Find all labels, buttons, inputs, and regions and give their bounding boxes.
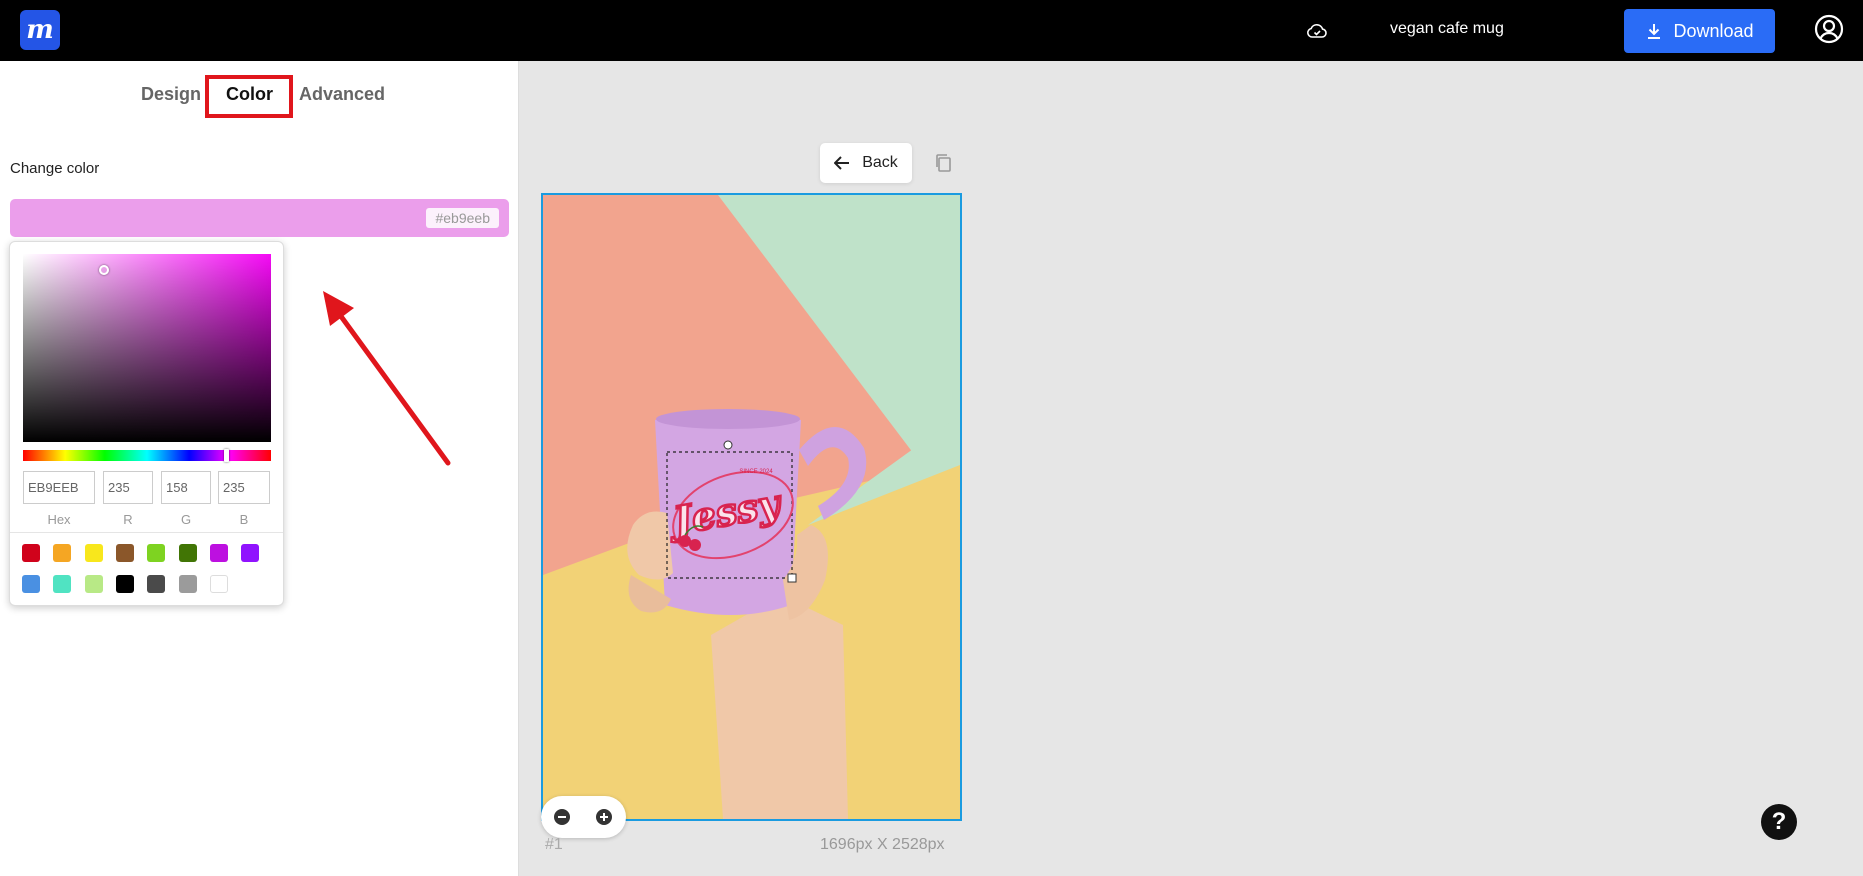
color-swatch[interactable] [178,575,197,593]
hex-input[interactable] [23,471,95,504]
color-swatch[interactable] [53,544,72,562]
color-swatch[interactable] [178,544,197,562]
copy-icon[interactable] [934,153,952,173]
color-swatch[interactable] [147,544,166,562]
tab-advanced[interactable]: Advanced [299,84,385,105]
color-swatch[interactable] [115,575,134,593]
zoom-control [541,796,626,838]
saturation-area[interactable] [23,254,271,442]
back-button[interactable]: Back [820,143,912,183]
zoom-in-icon[interactable] [594,807,614,827]
g-input[interactable] [161,471,211,504]
saturation-handle[interactable] [99,265,109,275]
b-input[interactable] [218,471,270,504]
color-swatch[interactable] [209,575,228,593]
download-button[interactable]: Download [1624,9,1775,53]
design-canvas[interactable]: Jessy SINCE 2024 [541,193,962,821]
app-logo[interactable]: m [20,10,60,50]
picker-divider [10,532,283,533]
color-swatch[interactable] [84,544,103,562]
help-button[interactable]: ? [1761,804,1797,840]
arrow-left-icon [834,156,850,170]
r-label: R [123,512,133,527]
color-swatch[interactable] [115,544,134,562]
color-selector-bar[interactable]: #eb9eeb [10,199,509,237]
left-panel: Design Color Advanced Change color #eb9e… [0,61,519,876]
canvas-dimensions: 1696px X 2528px [820,836,945,853]
b-label: B [239,512,249,527]
current-hex-value: #eb9eeb [426,208,499,228]
document-title[interactable]: vegan cafe mug [1390,20,1504,38]
zoom-out-icon[interactable] [552,807,572,827]
back-label: Back [862,154,898,171]
color-swatch[interactable] [22,544,40,562]
color-swatch[interactable] [84,575,103,593]
cloud-save-icon[interactable] [1305,19,1329,43]
color-swatch[interactable] [147,575,166,593]
mug-mockup-image: Jessy SINCE 2024 [543,195,960,819]
tab-design[interactable]: Design [141,84,201,105]
color-picker-popover: Hex R G B [9,241,284,606]
change-color-heading: Change color [10,160,100,177]
download-label: Download [1673,20,1754,41]
color-swatch[interactable] [241,544,260,562]
color-swatch[interactable] [22,575,40,593]
tab-bar: Design Color Advanced [0,61,519,121]
account-icon[interactable] [1813,13,1845,45]
annotation-arrow-icon [323,291,451,466]
hue-slider[interactable] [23,449,271,462]
color-swatch[interactable] [53,575,72,593]
g-label: G [180,512,192,527]
top-bar: m vegan cafe mug Download [0,0,1863,61]
hue-handle[interactable] [224,449,229,462]
page-number: #1 [545,836,563,853]
tab-highlight-box [205,75,293,118]
r-input[interactable] [103,471,153,504]
color-swatch[interactable] [209,544,228,562]
hex-label: Hex [47,512,71,527]
download-icon [1648,24,1661,39]
mug-design-subtext: SINCE 2024 [739,469,773,475]
